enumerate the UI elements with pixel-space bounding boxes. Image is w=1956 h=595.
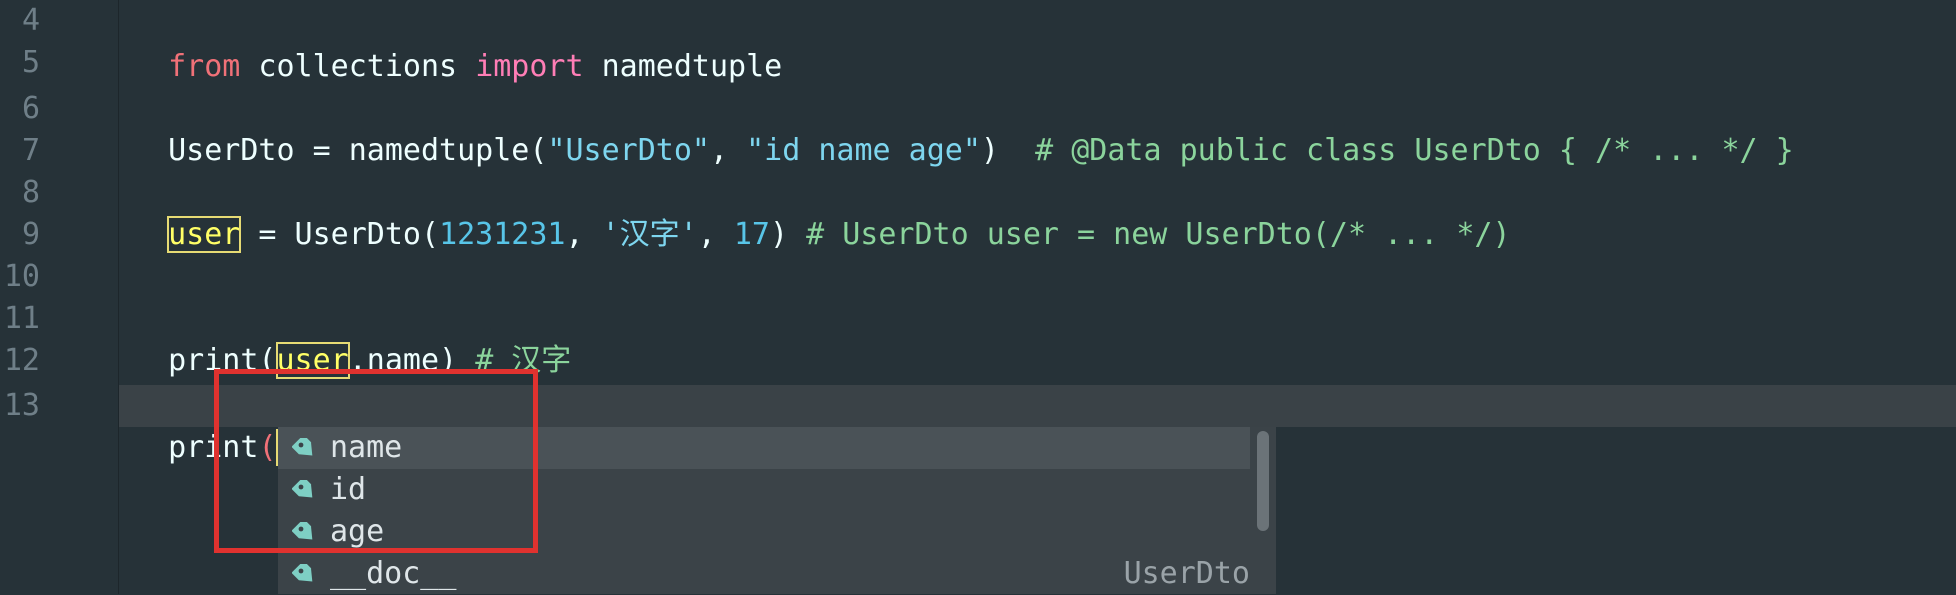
- code-text: ): [980, 133, 1036, 168]
- line-number: 9: [21, 217, 40, 252]
- code-line-8[interactable]: user = UserDto(1231231, '汉字', 17) # User…: [132, 172, 1511, 253]
- line-number: 10: [3, 259, 40, 294]
- string-literal: '汉字': [601, 217, 698, 252]
- keyword-import: import: [475, 49, 584, 84]
- line-number: 8: [21, 175, 40, 210]
- autocomplete-item-type: UserDto: [1123, 556, 1250, 591]
- code-line-4[interactable]: from collections import namedtuple: [132, 4, 782, 84]
- code-text: = UserDto(: [240, 217, 440, 252]
- line-number: 7: [21, 133, 40, 168]
- code-line-6[interactable]: UserDto = namedtuple("UserDto", "id name…: [132, 88, 1794, 168]
- number-literal: 1231231: [439, 217, 566, 252]
- autocomplete-item-label: __doc__: [330, 556, 457, 591]
- line-number: 11: [3, 301, 40, 336]
- code-comment: # @Data public class UserDto { /* ... */…: [1035, 133, 1794, 168]
- occurrence-highlight: user: [167, 216, 242, 253]
- string-literal: "UserDto": [547, 133, 710, 168]
- autocomplete-item[interactable]: __doc__ UserDto: [278, 553, 1250, 595]
- import-name: namedtuple: [583, 49, 783, 84]
- module-name: collections: [240, 49, 476, 84]
- code-comment: # UserDto user = new UserDto(/* ... */): [806, 217, 1511, 252]
- code-text: UserDto = namedtuple(: [168, 133, 548, 168]
- keyword-from: from: [168, 49, 241, 84]
- code-text: ,: [709, 133, 747, 168]
- tag-icon: [292, 564, 313, 582]
- scrollbar-thumb[interactable]: [1257, 431, 1269, 531]
- code-text: ,: [565, 217, 602, 252]
- line-number: 6: [21, 91, 40, 126]
- code-line-11[interactable]: print(user.name) # 汉字: [132, 298, 571, 379]
- autocomplete-scrollbar[interactable]: [1253, 429, 1273, 594]
- annotation-box: [214, 369, 538, 553]
- line-number: 13: [3, 388, 40, 423]
- number-literal: 17: [733, 217, 770, 252]
- line-number: 5: [21, 45, 40, 80]
- string-literal: "id name age": [746, 133, 981, 168]
- line-number: 12: [3, 343, 40, 378]
- line-number-gutter: 4 5 6 7 8 9 10 11 12 13: [0, 0, 119, 594]
- code-text: ): [770, 217, 807, 252]
- code-text: ,: [697, 217, 734, 252]
- line-number: 4: [21, 3, 40, 38]
